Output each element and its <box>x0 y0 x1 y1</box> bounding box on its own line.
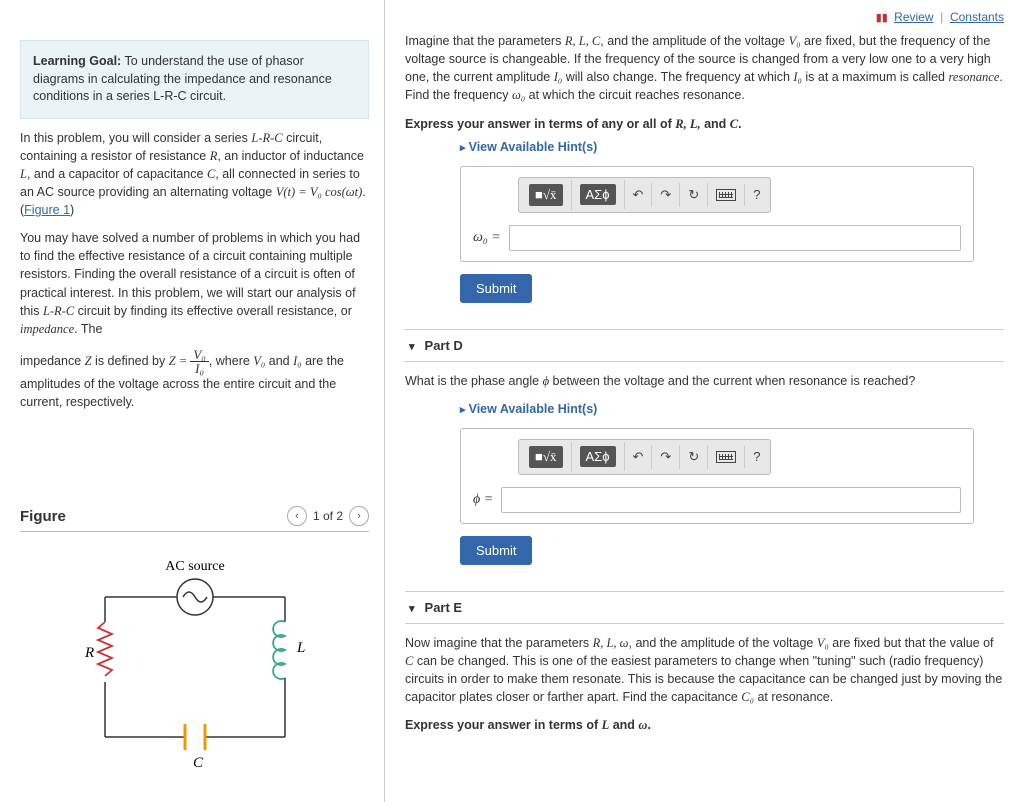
part-c-submit-button[interactable]: Submit <box>460 274 532 303</box>
learning-goal-box: Learning Goal: To understand the use of … <box>20 40 369 119</box>
figure-1-link[interactable]: Figure 1 <box>24 203 70 217</box>
help-button[interactable]: ? <box>745 183 768 206</box>
keyboard-button[interactable] <box>708 184 745 206</box>
help-button[interactable]: ? <box>745 445 768 468</box>
right-panel: ▮▮ Review | Constants Imagine that the p… <box>385 0 1024 802</box>
left-panel: Learning Goal: To understand the use of … <box>0 0 385 802</box>
figure-header: Figure ‹ 1 of 2 › <box>20 501 369 532</box>
undo-button[interactable]: ↶ <box>625 445 653 469</box>
top-links: ▮▮ Review | Constants <box>405 10 1004 24</box>
part-d-header[interactable]: Part D <box>405 329 1004 362</box>
svg-text:C: C <box>193 755 204 771</box>
intro-p1: In this problem, you will consider a ser… <box>20 129 369 220</box>
keyboard-button[interactable] <box>708 446 745 468</box>
part-d-hints-toggle[interactable]: View Available Hint(s) <box>460 402 1004 416</box>
keyboard-icon <box>716 189 736 201</box>
part-c-express: Express your answer in terms of any or a… <box>405 117 1004 132</box>
greek-button[interactable]: ΑΣϕ <box>572 180 625 209</box>
circuit-diagram: AC source R L C <box>45 552 345 772</box>
part-c-hints-toggle[interactable]: View Available Hint(s) <box>460 140 1004 154</box>
constants-link[interactable]: Constants <box>950 10 1004 24</box>
book-icon: ▮▮ <box>876 11 888 24</box>
templates-button[interactable]: ■√x̄ <box>521 180 572 210</box>
learning-goal-title: Learning Goal: <box>33 54 121 68</box>
answer-toolbar: ■√x̄ ΑΣϕ ↶ ↷ ↻ ? <box>518 177 771 213</box>
svg-text:L: L <box>296 640 305 656</box>
figure-counter: 1 of 2 <box>313 509 343 523</box>
review-link[interactable]: Review <box>894 10 933 24</box>
part-d-submit-button[interactable]: Submit <box>460 536 532 565</box>
redo-button[interactable]: ↷ <box>652 445 680 469</box>
templates-button[interactable]: ■√x̄ <box>521 442 572 472</box>
redo-button[interactable]: ↷ <box>652 183 680 207</box>
svg-text:R: R <box>84 645 94 661</box>
greek-button[interactable]: ΑΣϕ <box>572 442 625 471</box>
intro-p2: You may have solved a number of problems… <box>20 229 369 338</box>
keyboard-icon <box>716 451 736 463</box>
part-d-var-label: ϕ = <box>473 492 493 508</box>
svg-text:AC source: AC source <box>165 559 225 574</box>
answer-toolbar-d: ■√x̄ ΑΣϕ ↶ ↷ ↻ ? <box>518 439 771 475</box>
part-d-prompt: What is the phase angle ϕ between the vo… <box>405 372 1004 390</box>
figure-next-button[interactable]: › <box>349 506 369 526</box>
part-c-answer-input[interactable] <box>509 225 961 251</box>
part-d-answer-input[interactable] <box>501 487 961 513</box>
part-e-header[interactable]: Part E <box>405 591 1004 624</box>
reset-button[interactable]: ↻ <box>680 183 708 207</box>
part-e-prompt: Now imagine that the parameters R, L, ω,… <box>405 634 1004 707</box>
figure-prev-button[interactable]: ‹ <box>287 506 307 526</box>
part-d-answer-box: ■√x̄ ΑΣϕ ↶ ↷ ↻ ? ϕ = <box>460 428 974 524</box>
part-c-answer-box: ■√x̄ ΑΣϕ ↶ ↷ ↻ ? ω₀ = <box>460 166 974 262</box>
reset-button[interactable]: ↻ <box>680 445 708 469</box>
figure-title: Figure <box>20 508 66 525</box>
part-c-var-label: ω₀ = <box>473 230 501 246</box>
undo-button[interactable]: ↶ <box>625 183 653 207</box>
part-c-prompt: Imagine that the parameters R, L, C, and… <box>405 32 1004 105</box>
intro-p3: impedance Z is defined by Z = V₀I₀, wher… <box>20 348 369 411</box>
part-e-express: Express your answer in terms of L and ω. <box>405 718 1004 733</box>
